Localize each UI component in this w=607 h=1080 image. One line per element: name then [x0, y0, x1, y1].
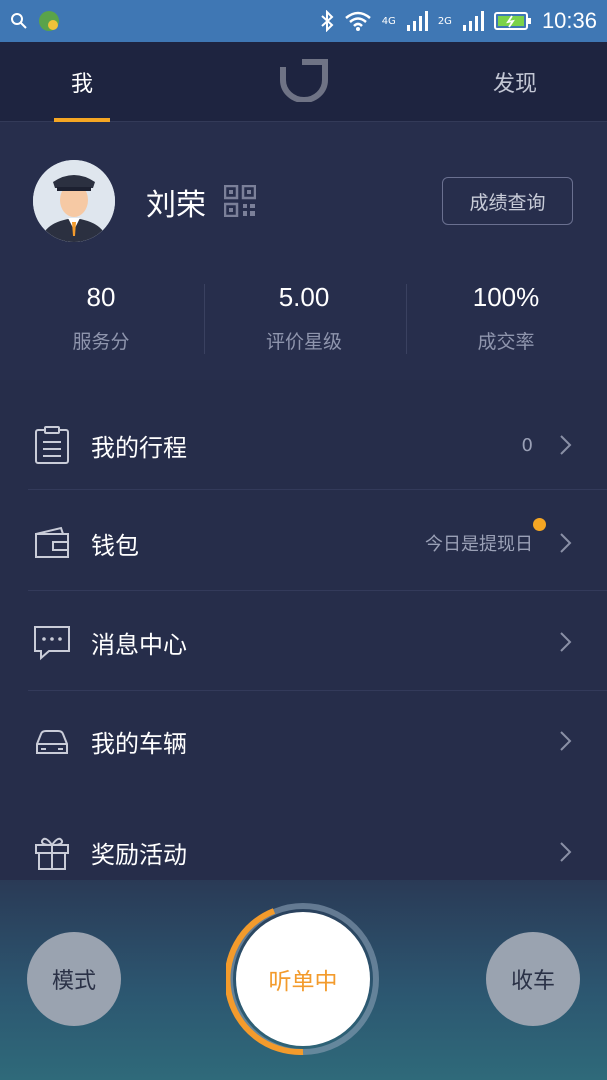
menu-label: 我的行程	[91, 433, 187, 462]
tab-me[interactable]: 我	[54, 42, 110, 122]
avatar[interactable]	[33, 160, 115, 242]
menu-label: 我的车辆	[91, 729, 187, 758]
divider	[28, 489, 607, 490]
status-bar: 4G 2G 10:36	[0, 0, 607, 42]
chevron-right-icon	[560, 435, 572, 455]
finish-shift-button[interactable]: 收车	[486, 932, 580, 1026]
divider	[28, 690, 607, 691]
car-icon	[36, 730, 68, 754]
search-icon	[11, 13, 27, 29]
bluetooth-icon	[321, 10, 334, 32]
wifi-icon	[344, 11, 371, 31]
trip-count: 0	[521, 434, 533, 456]
network-4g-label: 4G	[381, 15, 396, 27]
divider	[28, 590, 607, 591]
app-logo-icon[interactable]	[280, 58, 328, 102]
menu-label: 消息中心	[91, 630, 187, 659]
wallet-icon	[35, 526, 69, 558]
stat-value: 5.00	[278, 282, 330, 312]
qr-code-icon[interactable]	[224, 185, 256, 217]
notification-dot	[533, 518, 546, 531]
clock: 10:36	[541, 8, 597, 33]
battery-icon	[493, 12, 531, 30]
chevron-right-icon	[560, 533, 572, 553]
menu-item-vehicle[interactable]: 我的车辆	[0, 692, 607, 790]
withdraw-day-note: 今日是提现日	[425, 534, 533, 555]
score-query-button[interactable]: 成绩查询	[442, 177, 573, 225]
stat-deal-rate: 100% 成交率	[405, 282, 607, 354]
profile-card: 刘荣 成绩查询 80 服务分 5.00 评价星级 100% 成交率	[0, 122, 607, 380]
menu-item-rewards[interactable]: 奖励活动	[0, 803, 607, 901]
message-icon	[34, 626, 70, 661]
tab-discover[interactable]: 发现	[480, 42, 550, 122]
menu-item-messages[interactable]: 消息中心	[0, 593, 607, 691]
stat-label: 成交率	[477, 331, 535, 353]
stat-label: 评价星级	[265, 331, 342, 353]
stat-value: 100%	[472, 282, 540, 312]
top-nav: 我 发现	[0, 42, 607, 122]
stat-label: 服务分	[72, 331, 130, 353]
driver-avatar-icon	[33, 160, 115, 242]
signal-icon	[462, 11, 484, 31]
chevron-right-icon	[560, 842, 572, 862]
menu-item-trips[interactable]: 我的行程 0	[0, 396, 607, 494]
network-2g-label: 2G	[437, 15, 452, 27]
signal-icon	[406, 11, 428, 31]
clipboard-icon	[35, 426, 69, 464]
menu-label: 奖励活动	[91, 840, 187, 869]
listening-button[interactable]: 听单中	[236, 912, 370, 1046]
gift-icon	[35, 837, 69, 870]
stat-rating: 5.00 评价星级	[203, 282, 405, 354]
driver-name: 刘荣	[146, 188, 206, 223]
stat-value: 80	[86, 282, 116, 312]
chevron-right-icon	[560, 731, 572, 751]
chevron-right-icon	[560, 632, 572, 652]
menu-label: 钱包	[91, 531, 139, 560]
menu-item-wallet[interactable]: 钱包 今日是提现日	[0, 494, 607, 592]
app-notification-icon	[39, 11, 59, 31]
mode-button[interactable]: 模式	[27, 932, 121, 1026]
stat-service-score: 80 服务分	[0, 282, 202, 354]
